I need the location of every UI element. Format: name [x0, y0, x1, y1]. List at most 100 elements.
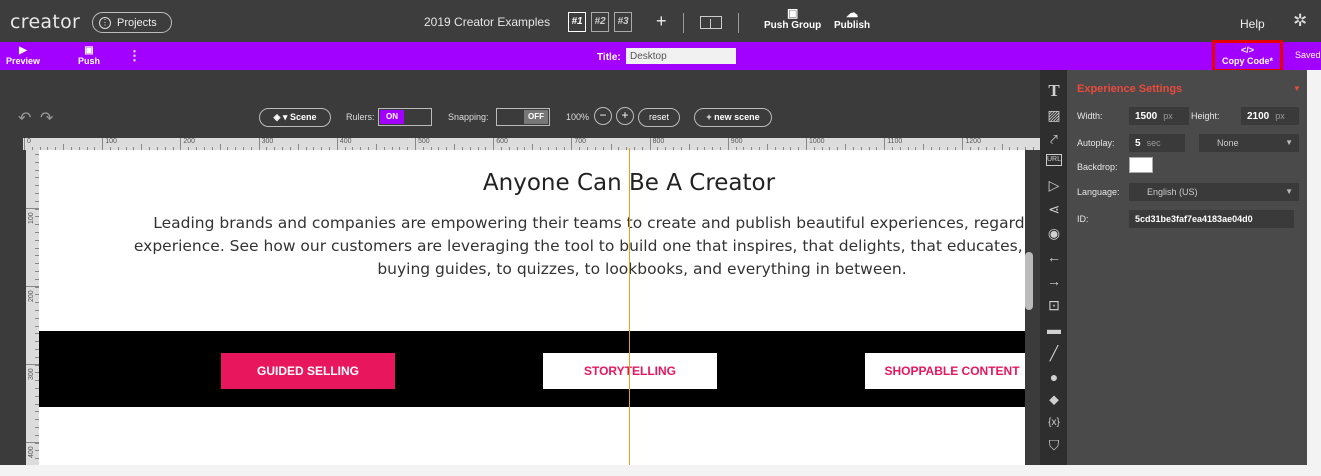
ruler-tick	[415, 138, 416, 150]
tag-tool-icon[interactable]: ⬥	[1045, 390, 1063, 408]
panel-title: Experience Settings	[1077, 83, 1183, 95]
height-value: 2100	[1247, 111, 1270, 122]
transition-select[interactable]: None ▼	[1199, 134, 1299, 152]
zoom-in-button[interactable]: +	[616, 107, 634, 125]
scene-tab-3[interactable]: #3	[614, 12, 632, 32]
shoppable-content-button[interactable]: SHOPPABLE CONTENT	[865, 353, 1025, 389]
autoplay-value: 5	[1135, 138, 1141, 149]
height-field[interactable]: 2100 px	[1241, 107, 1299, 125]
ruler-label: 0	[27, 138, 31, 145]
document-title: 2019 Creator Examples	[424, 15, 551, 29]
autoplay-label: Autoplay:	[1077, 138, 1115, 148]
save-icon: ▣	[84, 45, 94, 56]
add-scene-button[interactable]: +	[656, 11, 667, 32]
text-tool-icon[interactable]: T	[1045, 82, 1063, 100]
snapping-label: Snapping:	[448, 112, 489, 122]
language-value: English (US)	[1147, 187, 1198, 197]
text-box-tool-icon[interactable]: ⊡	[1045, 296, 1063, 314]
id-label: ID:	[1077, 214, 1089, 224]
copy-code-button[interactable]: </> Copy Code*	[1212, 40, 1283, 72]
zoom-reset-button[interactable]: reset	[638, 108, 680, 127]
more-options-icon[interactable]: ⋮	[128, 48, 141, 64]
ruler-tick	[258, 138, 260, 150]
ruler-label: 200	[28, 290, 35, 302]
arrow-right-icon[interactable]: →	[1045, 272, 1063, 290]
push-group-button[interactable]: ▣ Push Group	[764, 6, 821, 31]
ruler-label: 800	[652, 138, 665, 145]
url-tool-icon[interactable]: URL	[1046, 154, 1062, 166]
publish-button[interactable]: ☁ Publish	[834, 6, 870, 31]
share-tool-icon[interactable]: ⋖	[1045, 200, 1063, 218]
shape-tool-icon[interactable]: ●	[1045, 368, 1063, 386]
autoplay-field[interactable]: 5 sec	[1129, 134, 1185, 152]
device-preview-icon[interactable]	[700, 16, 722, 29]
rulers-toggle-state: ON	[380, 110, 404, 124]
language-select[interactable]: English (US) ▼	[1129, 183, 1299, 201]
gear-icon[interactable]: ✲	[1293, 11, 1307, 31]
action-bar: ▶ Preview ▣ Push ⋮ Title: Saved	[0, 42, 1321, 70]
scene-tab-1[interactable]: #1	[568, 12, 586, 32]
ruler-label: 1000	[809, 138, 825, 145]
push-button[interactable]: ▣ Push	[78, 45, 100, 66]
push-group-label: Push Group	[764, 20, 822, 31]
play-icon: ▶	[19, 45, 27, 56]
ruler-label: 700	[574, 138, 587, 145]
autoplay-unit: sec	[1146, 138, 1161, 148]
scene-tab-2[interactable]: #2	[591, 12, 609, 32]
width-field[interactable]: 1500 px	[1129, 107, 1189, 125]
new-scene-button[interactable]: + new scene	[694, 108, 772, 127]
ruler-label: 100	[105, 138, 117, 145]
preview-button[interactable]: ▶ Preview	[6, 45, 40, 66]
ruler-label: 100	[28, 212, 35, 224]
stage-body-text[interactable]: Leading brands and companies are empower…	[117, 212, 1025, 281]
guided-selling-button[interactable]: GUIDED SELLING	[221, 353, 395, 389]
ruler-label: 300	[261, 138, 274, 145]
button-band[interactable]: GUIDED SELLING STORYTELLING SHOPPABLE CO…	[39, 331, 1025, 407]
ruler-label: 1200	[965, 138, 981, 145]
kebab-icon: ⋮	[99, 16, 111, 29]
projects-button[interactable]: ⋮ Projects	[92, 12, 172, 33]
divider	[683, 13, 684, 33]
copy-code-label: Copy Code*	[1221, 56, 1273, 66]
undo-icon[interactable]: ↶	[18, 108, 31, 128]
vertical-ruler: 100 200 300 400	[26, 150, 39, 465]
stage-headline[interactable]: Anyone Can Be A Creator	[39, 170, 1025, 196]
rectangle-tool-icon[interactable]: ▬	[1045, 320, 1063, 338]
ruler-tick	[180, 138, 182, 150]
arrow-left-icon[interactable]: ←	[1045, 248, 1063, 266]
scene-dropdown[interactable]: ◈ ▾ Scene	[259, 108, 331, 127]
top-bar: creator ⋮ Projects 2019 Creator Examples…	[0, 0, 1321, 42]
snapping-toggle-state: OFF	[524, 110, 548, 124]
editor-canvas-area: ↶ ↷ ◈ ▾ Scene Rulers: ON Snapping: OFF 1…	[0, 70, 1040, 465]
image-tool-icon[interactable]: ▨	[1045, 106, 1063, 124]
ruler-tick	[571, 138, 573, 150]
snapping-toggle[interactable]: OFF	[496, 108, 550, 126]
app-logo: creator	[10, 11, 81, 33]
redo-icon[interactable]: ↷	[40, 108, 53, 128]
backdrop-color-swatch[interactable]	[1129, 157, 1153, 173]
chevron-down-icon[interactable]: ▼	[1293, 84, 1301, 93]
push-label: Push	[78, 56, 101, 66]
help-link[interactable]: Help	[1240, 17, 1265, 31]
title-input[interactable]	[626, 48, 736, 64]
zoom-out-button[interactable]: −	[594, 107, 612, 125]
ruler-tick	[102, 138, 104, 150]
badge-tool-icon[interactable]: ⛉	[1045, 436, 1063, 454]
storytelling-button[interactable]: STORYTELLING	[543, 353, 717, 389]
layers-icon: ◈ ▾	[273, 112, 288, 122]
divider	[738, 13, 739, 33]
ruler-tick	[884, 138, 886, 150]
canvas-scrollbar[interactable]	[1025, 252, 1033, 310]
transition-value: None	[1217, 138, 1239, 148]
ruler-label: 900	[730, 138, 743, 145]
video-tool-icon[interactable]: ▷	[1045, 176, 1063, 194]
link-tool-icon[interactable]: ⤤	[1045, 130, 1063, 148]
rulers-toggle[interactable]: ON	[378, 108, 432, 126]
line-tool-icon[interactable]: ╱	[1045, 344, 1063, 362]
backdrop-label: Backdrop:	[1077, 162, 1118, 172]
experience-id-field[interactable]: 5cd31be3faf7ea4183ae04d0	[1129, 210, 1294, 228]
scene-stage[interactable]: Anyone Can Be A Creator Leading brands a…	[39, 150, 1025, 465]
variable-tool-icon[interactable]: {x}	[1045, 414, 1063, 432]
ruler-tick	[493, 138, 495, 150]
play-tool-icon[interactable]: ◉	[1045, 224, 1063, 242]
